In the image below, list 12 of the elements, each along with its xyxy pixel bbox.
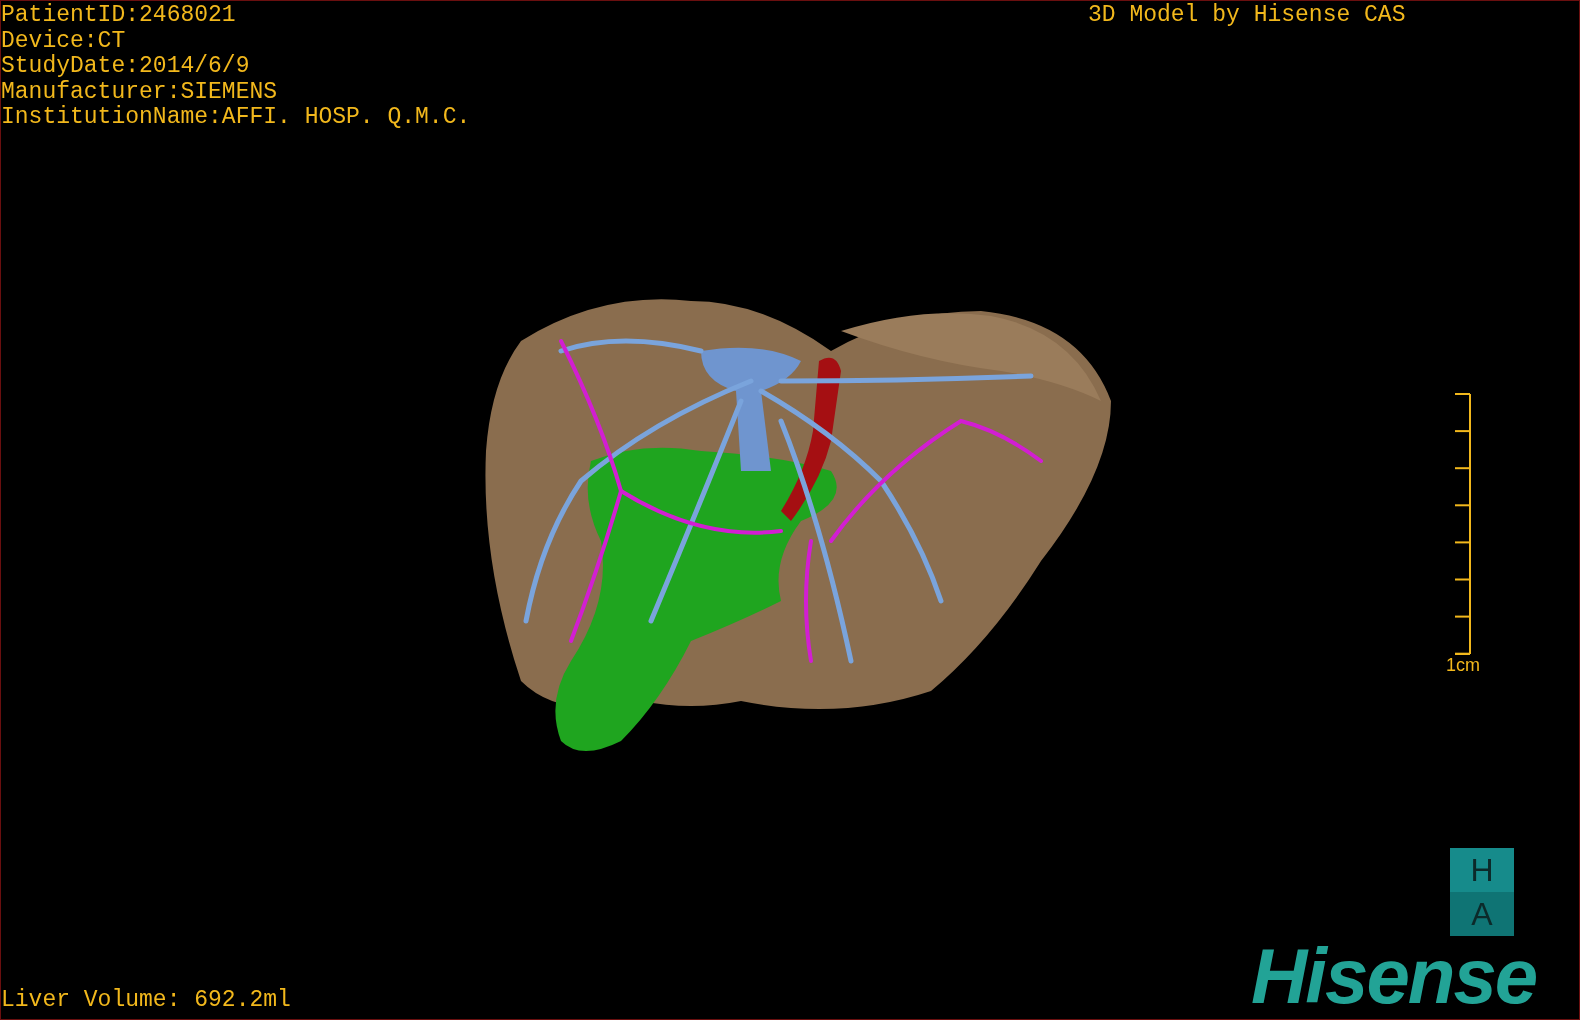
study-info-text: PatientID:2468021 bbox=[1, 3, 237, 29]
study-info-text: StudyDate:2014/6/9 bbox=[1, 54, 251, 80]
study-info-text: Device:CT bbox=[1, 28, 127, 54]
logo: Hisense bbox=[1251, 936, 1537, 1016]
scale-bar-icon bbox=[1454, 393, 1472, 655]
model-title: 3D Model by Hisense CAS bbox=[1088, 3, 1406, 29]
orientation-marker: A bbox=[1450, 892, 1514, 936]
study-info-text: InstitutionName:AFFI. HOSP. Q.M.C. bbox=[1, 105, 471, 131]
scale-label: 1cm bbox=[1446, 655, 1480, 675]
liver-volume-text: Liver Volume: 692.2ml bbox=[1, 988, 291, 1013]
study-info-text: Manufacturer:SIEMENS bbox=[1, 79, 279, 105]
orientation-marker: H bbox=[1450, 848, 1514, 892]
